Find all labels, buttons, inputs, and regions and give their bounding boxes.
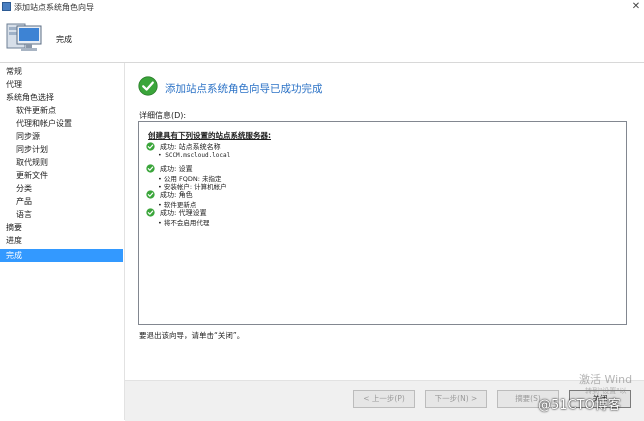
wizard-window: 添加站点系统角色向导 ✕ 完成 常规 代理 系统角色选择 软件更新点 代理和帐户… bbox=[0, 0, 644, 421]
success-check-icon bbox=[146, 142, 155, 151]
details-textbox[interactable]: 创建具有下列设置的站点系统服务器: 成功: 站点系统名称 • SCCM.mscl… bbox=[138, 121, 627, 325]
nav-item-sync-schedule[interactable]: 同步计划 bbox=[0, 143, 123, 156]
nav-item-proxy[interactable]: 代理 bbox=[0, 78, 123, 91]
nav-item-classifications[interactable]: 分类 bbox=[0, 182, 123, 195]
computer-icon bbox=[6, 23, 42, 51]
nav-item-update-files[interactable]: 更新文件 bbox=[0, 169, 123, 182]
detail-line: • 将不会启用代理 bbox=[158, 219, 210, 227]
success-heading: 添加站点系统角色向导已成功完成 bbox=[165, 83, 323, 95]
nav-item-completion[interactable]: 完成 bbox=[0, 249, 123, 262]
nav-item-proxy-account[interactable]: 代理和帐户设置 bbox=[0, 117, 123, 130]
next-button[interactable]: 下一步(N) > bbox=[425, 390, 487, 408]
nav-item-role-selection[interactable]: 系统角色选择 bbox=[0, 91, 123, 104]
blog-watermark: @51CTO博客 bbox=[538, 398, 621, 413]
title-bar: 添加站点系统角色向导 ✕ bbox=[0, 0, 644, 14]
activation-watermark: 激活 Wind bbox=[579, 373, 633, 386]
nav-item-progress[interactable]: 进度 bbox=[0, 234, 123, 247]
close-button[interactable]: ✕ bbox=[631, 1, 641, 12]
detail-title: 成功: 站点系统名称 bbox=[160, 143, 221, 151]
success-check-icon bbox=[146, 190, 155, 199]
window-title: 添加站点系统角色向导 bbox=[14, 3, 94, 12]
details-header: 创建具有下列设置的站点系统服务器: bbox=[148, 131, 271, 140]
nav-item-supersedence[interactable]: 取代规则 bbox=[0, 156, 123, 169]
nav-item-languages[interactable]: 语言 bbox=[0, 208, 123, 221]
wizard-app-icon bbox=[2, 2, 11, 11]
main-panel: 添加站点系统角色向导已成功完成 详细信息(D): 创建具有下列设置的站点系统服务… bbox=[125, 63, 644, 420]
header-title: 完成 bbox=[56, 35, 72, 44]
exit-hint: 要退出该向导，请单击“关闭”。 bbox=[139, 331, 245, 340]
details-label: 详细信息(D): bbox=[139, 111, 187, 120]
success-check-icon bbox=[146, 208, 155, 217]
nav-item-products[interactable]: 产品 bbox=[0, 195, 123, 208]
success-check-icon bbox=[146, 164, 155, 173]
wizard-header: 完成 bbox=[0, 14, 644, 63]
wizard-nav: 常规 代理 系统角色选择 软件更新点 代理和帐户设置 同步源 同步计划 取代规则… bbox=[0, 63, 125, 420]
nav-item-software-update-point[interactable]: 软件更新点 bbox=[0, 104, 123, 117]
success-check-icon bbox=[138, 76, 158, 96]
detail-line: • SCCM.mscloud.local bbox=[158, 152, 231, 159]
nav-item-sync-source[interactable]: 同步源 bbox=[0, 130, 123, 143]
nav-item-summary[interactable]: 摘要 bbox=[0, 221, 123, 234]
previous-button[interactable]: < 上一步(P) bbox=[353, 390, 415, 408]
nav-item-general[interactable]: 常规 bbox=[0, 65, 123, 78]
